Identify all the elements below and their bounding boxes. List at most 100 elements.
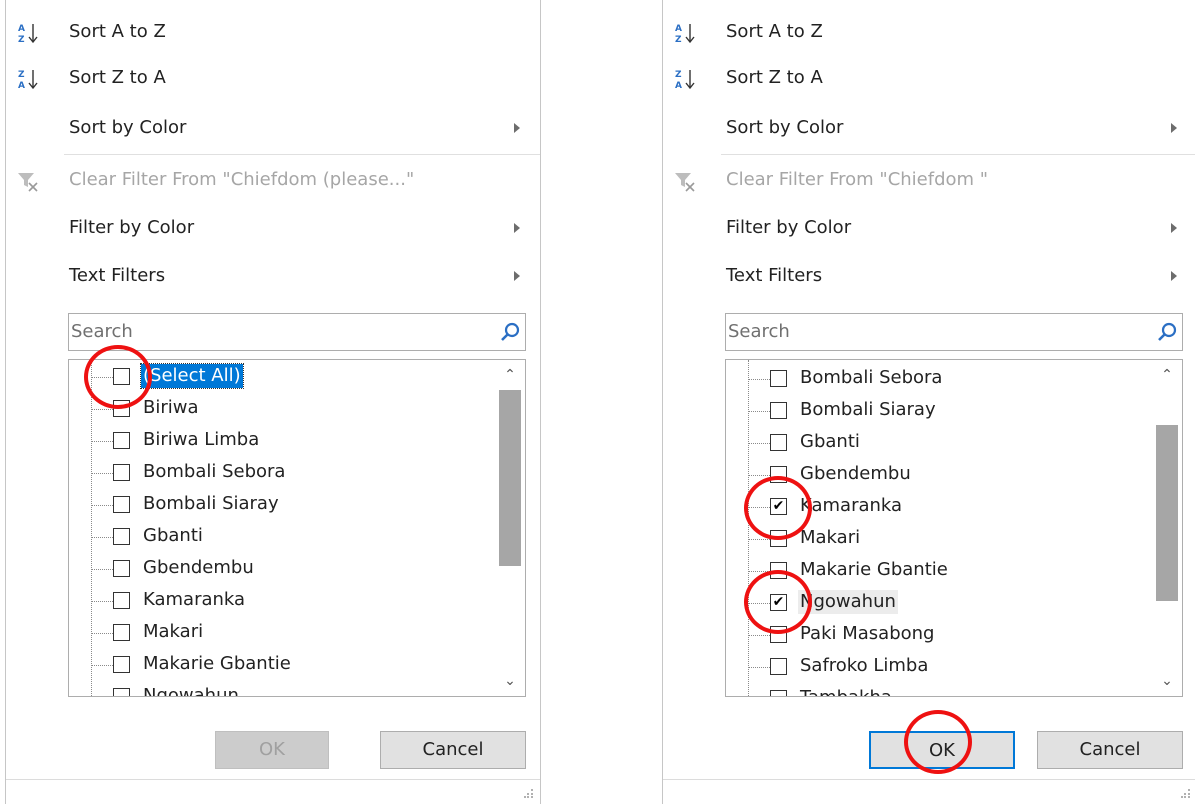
vertical-scrollbar[interactable]: ⌃ ⌄ <box>495 360 525 696</box>
checkbox-unchecked[interactable] <box>113 400 130 417</box>
menu-separator <box>64 154 540 155</box>
checkbox-checked[interactable]: ✔ <box>770 498 787 515</box>
checkbox-unchecked[interactable] <box>770 466 787 483</box>
checkbox-unchecked[interactable] <box>113 688 130 696</box>
checkbox-unchecked[interactable] <box>770 626 787 643</box>
cancel-button[interactable]: Cancel <box>1037 731 1183 769</box>
sort-by-color-item[interactable]: Sort by Color <box>663 108 1195 148</box>
list-item[interactable]: Makarie Gbantie <box>69 650 489 682</box>
checkbox-unchecked[interactable] <box>770 402 787 419</box>
filter-dropdown-right: A Z Sort A to Z Z A Sort Z to A Sort by … <box>662 0 1195 804</box>
list-item[interactable]: Biriwa <box>69 394 489 426</box>
scrollbar-thumb[interactable] <box>1156 425 1178 601</box>
filter-by-color-item[interactable]: Filter by Color <box>663 208 1195 248</box>
resize-bar <box>6 779 540 804</box>
list-item[interactable]: Bombali Sebora <box>726 364 1146 396</box>
sort-z-to-a-item[interactable]: Z A Sort Z to A <box>6 58 540 98</box>
list-item-label: Gbendembu <box>800 463 911 484</box>
list-item[interactable]: Bombali Siaray <box>726 396 1146 428</box>
list-item[interactable]: Gbanti <box>726 428 1146 460</box>
checkbox-unchecked[interactable] <box>770 690 787 696</box>
checkbox-unchecked[interactable] <box>113 368 130 385</box>
filter-by-color-item[interactable]: Filter by Color <box>6 208 540 248</box>
ok-button[interactable]: OK <box>215 731 329 769</box>
resize-grip-icon[interactable] <box>1181 788 1191 798</box>
list-item-label: Bombali Sebora <box>143 461 286 482</box>
checkbox-unchecked[interactable] <box>113 592 130 609</box>
tree-connector <box>748 379 770 380</box>
tree-connector <box>748 571 770 572</box>
checkbox-checked[interactable]: ✔ <box>770 594 787 611</box>
list-item-label: Tambakha <box>798 686 894 696</box>
checkbox-unchecked[interactable] <box>113 528 130 545</box>
list-item[interactable]: Tambakha <box>726 684 1146 696</box>
list-item[interactable]: Bombali Sebora <box>69 458 489 490</box>
list-item-label: Gbanti <box>143 525 203 546</box>
cancel-button[interactable]: Cancel <box>380 731 526 769</box>
sort-ascending-icon: A Z <box>675 24 695 44</box>
ok-button[interactable]: OK <box>869 731 1015 769</box>
search-placeholder: Search <box>71 321 133 342</box>
resize-bar <box>663 779 1195 804</box>
list-item[interactable]: ✔ Kamaranka <box>726 492 1146 524</box>
checkbox-unchecked[interactable] <box>113 496 130 513</box>
list-item-label: Kamaranka <box>143 589 246 610</box>
list-item-label: Biriwa <box>143 397 199 418</box>
list-item[interactable]: (Select All) <box>69 362 489 394</box>
sort-by-color-label: Sort by Color <box>726 117 844 138</box>
checkbox-unchecked[interactable] <box>770 434 787 451</box>
checkbox-list[interactable]: Bombali Sebora Bombali Siaray Gbanti Gbende… <box>725 359 1183 697</box>
submenu-arrow-icon <box>1171 223 1177 233</box>
scroll-up-icon[interactable]: ⌃ <box>1152 360 1182 390</box>
checkbox-unchecked[interactable] <box>770 530 787 547</box>
submenu-arrow-icon <box>514 271 520 281</box>
sort-descending-icon: Z A <box>675 70 695 90</box>
scrollbar-thumb[interactable] <box>499 390 521 566</box>
vertical-scrollbar[interactable]: ⌃ ⌄ <box>1152 360 1182 696</box>
scroll-down-icon[interactable]: ⌄ <box>495 666 525 696</box>
checkbox-unchecked[interactable] <box>113 432 130 449</box>
text-filters-item[interactable]: Text Filters <box>663 256 1195 296</box>
list-item[interactable]: Makari <box>69 618 489 650</box>
list-item-label: Paki Masabong <box>800 623 935 644</box>
tree-connector <box>91 377 113 378</box>
list-item[interactable]: Safroko Limba <box>726 652 1146 684</box>
list-item[interactable]: Makari <box>726 524 1146 556</box>
scroll-up-icon[interactable]: ⌃ <box>495 360 525 390</box>
list-item[interactable]: Biriwa Limba <box>69 426 489 458</box>
list-item[interactable]: ✔ Ngowahun <box>726 588 1146 620</box>
sort-by-color-item[interactable]: Sort by Color <box>6 108 540 148</box>
text-filters-item[interactable]: Text Filters <box>6 256 540 296</box>
list-item[interactable]: Bombali Siaray <box>69 490 489 522</box>
list-item[interactable]: Makarie Gbantie <box>726 556 1146 588</box>
list-item[interactable]: Paki Masabong <box>726 620 1146 652</box>
list-item[interactable]: Gbendembu <box>69 554 489 586</box>
checkbox-unchecked[interactable] <box>113 624 130 641</box>
scroll-down-icon[interactable]: ⌄ <box>1152 666 1182 696</box>
checkbox-unchecked[interactable] <box>770 370 787 387</box>
checkbox-unchecked[interactable] <box>113 656 130 673</box>
list-item-label: Safroko Limba <box>800 655 929 676</box>
sort-a-to-z-item[interactable]: A Z Sort A to Z <box>663 12 1195 52</box>
tree-connector <box>91 441 113 442</box>
sort-a-to-z-item[interactable]: A Z Sort A to Z <box>6 12 540 52</box>
search-input[interactable]: Search <box>725 313 1183 351</box>
list-item[interactable]: Kamaranka <box>69 586 489 618</box>
tree-connector <box>748 667 770 668</box>
checkbox-unchecked[interactable] <box>113 560 130 577</box>
resize-grip-icon[interactable] <box>524 788 534 798</box>
list-item[interactable]: Ngowahun <box>69 682 489 696</box>
sort-z-to-a-item[interactable]: Z A Sort Z to A <box>663 58 1195 98</box>
checkbox-unchecked[interactable] <box>770 658 787 675</box>
checkbox-unchecked[interactable] <box>113 464 130 481</box>
list-item[interactable]: Gbendembu <box>726 460 1146 492</box>
checkbox-list[interactable]: (Select All) Biriwa Biriwa Limba Bombali Se… <box>68 359 526 697</box>
svg-text:A: A <box>18 24 25 34</box>
list-item-label: Makarie Gbantie <box>800 559 948 580</box>
list-item-label: Makarie Gbantie <box>143 653 291 674</box>
checkbox-unchecked[interactable] <box>770 562 787 579</box>
tree-connector <box>748 475 770 476</box>
svg-text:Z: Z <box>18 35 25 44</box>
search-input[interactable]: Search <box>68 313 526 351</box>
list-item[interactable]: Gbanti <box>69 522 489 554</box>
